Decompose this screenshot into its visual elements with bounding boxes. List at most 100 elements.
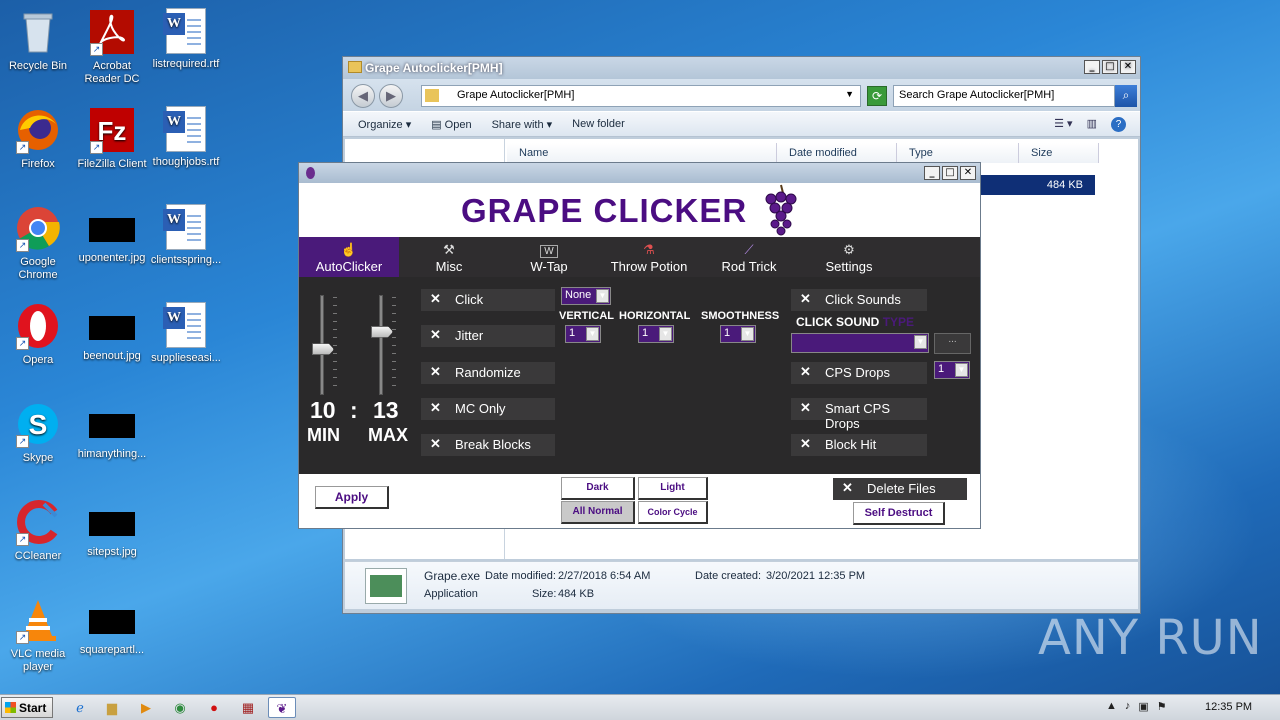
- internet-explorer-icon[interactable]: ℯ: [66, 697, 94, 718]
- x-checkbox-icon: ✕: [430, 436, 441, 451]
- option-break-blocks[interactable]: ✕ Break Blocks: [421, 434, 555, 456]
- tab-misc[interactable]: ⚒ Misc: [399, 237, 499, 277]
- desktop-icon-supplieseasi[interactable]: supplieseasi...: [148, 302, 224, 365]
- close-button[interactable]: ✕: [960, 166, 976, 180]
- open-button[interactable]: ▤ Open: [431, 118, 471, 131]
- desktop-icon-listrequired[interactable]: listrequired.rtf: [148, 8, 224, 71]
- smoothness-select[interactable]: 1 ▼: [720, 325, 756, 343]
- chrome-taskbar-icon[interactable]: ◉: [166, 697, 194, 718]
- vertical-select[interactable]: 1 ▼: [565, 325, 601, 343]
- option-smart-cps-drops[interactable]: ✕ Smart CPS Drops: [791, 398, 927, 431]
- tab-autoclicker[interactable]: ☝ AutoClicker: [299, 237, 399, 277]
- column-name[interactable]: Name: [507, 143, 777, 163]
- option-click-sounds[interactable]: ✕ Click Sounds: [791, 289, 927, 311]
- desktop-icon-vlc[interactable]: ↗ VLC media player: [0, 596, 76, 674]
- volume-icon[interactable]: ♪: [1125, 700, 1131, 713]
- start-button[interactable]: Start: [1, 697, 53, 718]
- back-button[interactable]: ◀: [351, 84, 375, 108]
- desktop-icon-acrobat[interactable]: ↗ Acrobat Reader DC: [74, 8, 150, 86]
- chevron-down-icon[interactable]: ▼: [845, 89, 854, 99]
- tab-w-tap[interactable]: W W-Tap: [499, 237, 599, 277]
- option-randomize[interactable]: ✕ Randomize: [421, 362, 555, 384]
- column-size[interactable]: Size: [1019, 143, 1099, 163]
- view-options-icon[interactable]: ☰ ▾: [1054, 117, 1072, 132]
- desktop-icon-uponenter[interactable]: uponenter.jpg: [74, 204, 150, 265]
- min-cps-slider-thumb[interactable]: [312, 343, 334, 356]
- selected-file-row[interactable]: 484 KB: [975, 175, 1095, 195]
- firefox-icon: ↗: [14, 106, 62, 154]
- max-cps-slider-track[interactable]: [379, 295, 383, 395]
- maximize-button[interactable]: □: [942, 166, 958, 180]
- chevron-down-icon: ▼: [741, 327, 754, 341]
- dark-theme-button[interactable]: Dark: [561, 477, 635, 500]
- action-center-flag-icon[interactable]: ⚑: [1157, 700, 1167, 713]
- option-jitter[interactable]: ✕ Jitter: [421, 325, 555, 347]
- min-slider-ticks: [333, 297, 337, 393]
- option-delete-files[interactable]: ✕ Delete Files: [833, 478, 967, 500]
- desktop-icon-chrome[interactable]: ↗ Google Chrome: [0, 204, 76, 282]
- network-icon[interactable]: ▣: [1138, 700, 1148, 713]
- preview-pane-icon[interactable]: ▥: [1087, 117, 1097, 132]
- search-icon[interactable]: ⌕: [1115, 85, 1137, 107]
- option-mc-only[interactable]: ✕ MC Only: [421, 398, 555, 420]
- minimize-button[interactable]: _: [924, 166, 940, 180]
- explorer-titlebar[interactable]: Grape Autoclicker[PMH] _ □ ✕: [343, 57, 1140, 79]
- desktop-icon-squarepartl[interactable]: squarepartl...: [74, 596, 150, 657]
- maximize-button[interactable]: □: [1102, 60, 1118, 74]
- forward-button[interactable]: ▶: [379, 84, 403, 108]
- file-explorer-icon[interactable]: ▆: [98, 697, 126, 718]
- desktop-icon-firefox[interactable]: ↗ Firefox: [0, 106, 76, 171]
- desktop-icon-opera[interactable]: ↗ Opera: [0, 302, 76, 367]
- desktop-icon-beenout[interactable]: beenout.jpg: [74, 302, 150, 363]
- light-theme-button[interactable]: Light: [638, 477, 708, 500]
- tab-throw-potion[interactable]: ⚗ Throw Potion: [599, 237, 699, 277]
- desktop-icon-filezilla[interactable]: Fz ↗ FileZilla Client: [74, 106, 150, 171]
- close-button[interactable]: ✕: [1120, 60, 1136, 74]
- minimize-button[interactable]: _: [1084, 60, 1100, 74]
- desktop-icon-recycle-bin[interactable]: Recycle Bin: [0, 8, 76, 73]
- desktop-icon-clientsspring[interactable]: clientsspring...: [148, 204, 224, 267]
- horizontal-select[interactable]: 1 ▼: [638, 325, 674, 343]
- image-file-icon: [89, 512, 135, 536]
- winrar-icon[interactable]: ▦: [234, 697, 262, 718]
- x-checkbox-icon: ✕: [430, 291, 441, 306]
- all-normal-button[interactable]: All Normal: [561, 501, 635, 524]
- show-hidden-icons-icon[interactable]: ▲: [1106, 700, 1117, 713]
- tab-rod-trick[interactable]: ⟋ Rod Trick: [699, 237, 799, 277]
- desktop-icon-sitepst[interactable]: sitepst.jpg: [74, 498, 150, 559]
- option-click[interactable]: ✕ Click: [421, 289, 555, 311]
- help-icon[interactable]: ?: [1111, 116, 1126, 132]
- share-with-button[interactable]: Share with ▾: [492, 118, 553, 131]
- search-input[interactable]: Search Grape Autoclicker[PMH]: [893, 85, 1115, 107]
- address-field[interactable]: Grape Autoclicker[PMH] ▼: [421, 85, 861, 107]
- details-modified: 2/27/2018 6:54 AM: [558, 570, 651, 582]
- column-date-modified[interactable]: Date modified: [777, 143, 897, 163]
- desktop-icon-skype[interactable]: S ↗ Skype: [0, 400, 76, 465]
- clock[interactable]: 12:35 PM: [1205, 701, 1252, 713]
- x-checkbox-icon: ✕: [430, 327, 441, 342]
- application-file-icon: [365, 568, 407, 604]
- new-folder-button[interactable]: New folder: [572, 118, 625, 130]
- self-destruct-button[interactable]: Self Destruct: [853, 502, 945, 525]
- color-cycle-button[interactable]: Color Cycle: [638, 501, 708, 524]
- grape-titlebar[interactable]: _ □ ✕: [299, 163, 980, 183]
- organize-button[interactable]: Organize ▾: [358, 118, 411, 131]
- browse-sound-button[interactable]: ...: [934, 333, 971, 354]
- click-sound-select[interactable]: ▼: [791, 333, 929, 353]
- option-block-hit[interactable]: ✕ Block Hit: [791, 434, 927, 456]
- opera-taskbar-icon[interactable]: ●: [200, 697, 228, 718]
- tab-settings[interactable]: ⚙ Settings: [799, 237, 899, 277]
- refresh-icon[interactable]: ⟳: [867, 86, 887, 106]
- desktop-icon-himanything[interactable]: himanything...: [74, 400, 150, 461]
- acrobat-icon: ↗: [88, 8, 136, 56]
- jitter-mode-select[interactable]: None ▼: [561, 287, 611, 305]
- desktop-icon-ccleaner[interactable]: ↗ CCleaner: [0, 498, 76, 563]
- media-player-icon[interactable]: ▶: [132, 697, 160, 718]
- column-type[interactable]: Type: [897, 143, 1019, 163]
- apply-button[interactable]: Apply: [315, 486, 389, 509]
- grape-clicker-taskbar-icon[interactable]: ❦: [268, 697, 296, 718]
- cps-drops-select[interactable]: 1 ▼: [934, 361, 970, 379]
- option-cps-drops[interactable]: ✕ CPS Drops: [791, 362, 927, 384]
- desktop-icon-thoughjobs[interactable]: thoughjobs.rtf: [148, 106, 224, 169]
- max-cps-slider-thumb[interactable]: [371, 325, 393, 338]
